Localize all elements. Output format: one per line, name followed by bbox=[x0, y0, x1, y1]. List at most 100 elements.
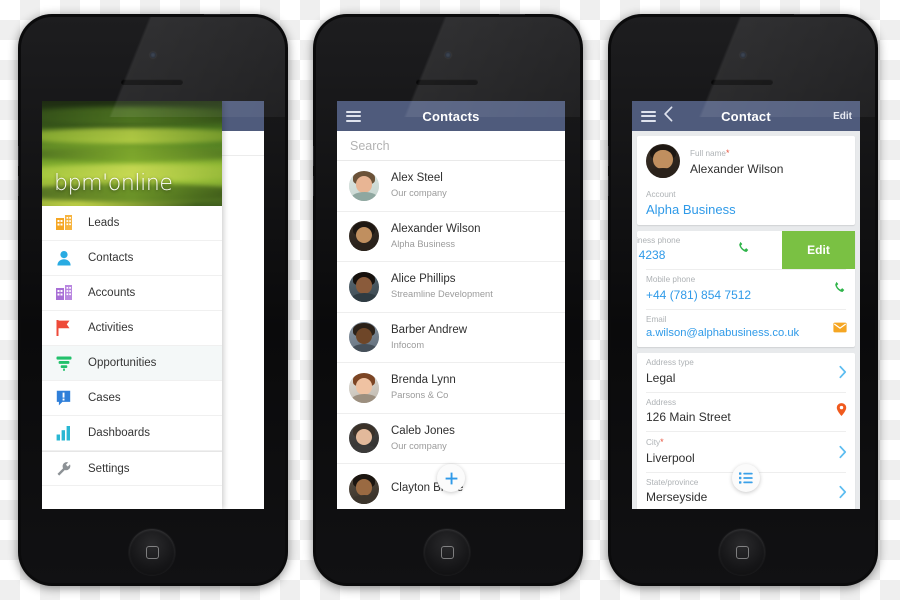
phone-call-icon[interactable] bbox=[738, 241, 751, 259]
app-header-right: Contact Edit bbox=[632, 101, 860, 131]
business-phone-row[interactable]: Business phone 12 4238 Edit bbox=[637, 230, 855, 270]
volume-down-button[interactable] bbox=[313, 176, 314, 196]
cases-icon bbox=[56, 390, 88, 406]
sidebar-item-label: Dashboards bbox=[88, 427, 151, 439]
volume-down-button[interactable] bbox=[18, 176, 19, 196]
search-input[interactable]: Search bbox=[337, 131, 565, 161]
home-button-middle[interactable] bbox=[424, 529, 470, 575]
hamburger-icon[interactable] bbox=[641, 108, 656, 124]
phone-right: Contact Edit Full name* Alexander Wilson… bbox=[608, 14, 878, 586]
list-icon bbox=[739, 472, 753, 484]
mobile-phone-value[interactable]: +44 (781) 854 7512 bbox=[646, 287, 846, 303]
email-field[interactable]: Email a.wilson@alphabusiness.co.uk bbox=[637, 310, 855, 347]
full-name-value: Alexander Wilson bbox=[690, 161, 784, 176]
account-value[interactable]: Alpha Business bbox=[646, 201, 846, 219]
contact-name: Brenda Lynn bbox=[391, 374, 456, 387]
home-button-right[interactable] bbox=[719, 529, 765, 575]
screen-right: Contact Edit Full name* Alexander Wilson… bbox=[632, 101, 860, 509]
add-contact-fab[interactable] bbox=[437, 464, 465, 492]
list-item[interactable]: Alexander Wilson Alpha Business bbox=[337, 212, 565, 262]
hamburger-icon[interactable] bbox=[346, 108, 361, 124]
app-header-middle: Contacts bbox=[337, 101, 565, 131]
swipe-edit-button[interactable]: Edit bbox=[782, 230, 855, 270]
power-button[interactable] bbox=[204, 14, 230, 15]
address-type-value: Legal bbox=[646, 370, 676, 385]
map-pin-icon[interactable] bbox=[836, 402, 847, 421]
accounts-icon bbox=[56, 285, 88, 301]
phone-middle: Contacts Search Alex Steel Our company A… bbox=[313, 14, 583, 586]
required-marker: * bbox=[725, 148, 730, 158]
plus-icon bbox=[445, 472, 457, 484]
sidebar-item-accounts[interactable]: Accounts bbox=[42, 276, 222, 311]
contact-company: Infocom bbox=[391, 339, 425, 350]
chevron-left-icon[interactable] bbox=[663, 105, 673, 127]
screen-middle: Contacts Search Alex Steel Our company A… bbox=[337, 101, 565, 509]
mobile-phone-label: Mobile phone bbox=[646, 275, 696, 285]
contact-name: Barber Andrew bbox=[391, 323, 468, 336]
list-item[interactable]: Alex Steel Our company bbox=[337, 161, 565, 212]
sidebar-item-contacts[interactable]: Contacts bbox=[42, 241, 222, 276]
sidebar-item-label: Contacts bbox=[88, 252, 134, 264]
front-camera bbox=[445, 52, 451, 58]
email-value[interactable]: a.wilson@alphabusiness.co.uk bbox=[646, 326, 846, 341]
contact-company: Parsons & Co bbox=[391, 390, 449, 400]
phone-call-icon[interactable] bbox=[834, 281, 847, 299]
envelope-icon[interactable] bbox=[833, 320, 847, 338]
avatar bbox=[349, 372, 379, 403]
dashboards-icon bbox=[56, 425, 88, 441]
full-name-label: Full name* bbox=[690, 148, 730, 158]
avatar bbox=[349, 271, 379, 302]
chevron-right-icon[interactable] bbox=[839, 485, 847, 499]
volume-up-button[interactable] bbox=[313, 146, 314, 166]
communication-card: Business phone 12 4238 Edit bbox=[637, 230, 855, 348]
actions-fab[interactable] bbox=[732, 464, 760, 492]
sidebar-item-cases[interactable]: Cases bbox=[42, 381, 222, 416]
sidebar-item-leads[interactable]: Leads bbox=[42, 206, 222, 241]
home-button-glyph bbox=[440, 545, 454, 559]
address-field[interactable]: Address 126 Main Street bbox=[637, 393, 855, 431]
power-button[interactable] bbox=[794, 14, 820, 15]
list-item[interactable]: Caleb Jones Our company bbox=[337, 414, 565, 464]
leads-icon bbox=[56, 215, 88, 231]
contact-detail-body: Full name* Alexander Wilson Account Alph… bbox=[632, 131, 860, 509]
home-button-glyph bbox=[735, 545, 749, 559]
list-item[interactable]: Barber Andrew Infocom bbox=[337, 313, 565, 363]
account-field[interactable]: Account Alpha Business bbox=[637, 185, 855, 225]
home-button-left[interactable] bbox=[129, 529, 175, 575]
list-item[interactable]: Brenda Lynn Parsons & Co bbox=[337, 363, 565, 414]
contact-company: Alpha Business bbox=[391, 238, 456, 249]
edit-button[interactable]: Edit bbox=[833, 111, 852, 122]
volume-up-button[interactable] bbox=[608, 146, 609, 166]
contact-company: Our company bbox=[391, 440, 447, 451]
list-item[interactable]: Alice Phillips Streamline Development bbox=[337, 262, 565, 313]
chevron-right-icon[interactable] bbox=[839, 445, 847, 459]
contacts-icon bbox=[56, 250, 88, 266]
sidebar-item-label: Settings bbox=[88, 462, 130, 475]
chevron-right-icon[interactable] bbox=[839, 366, 847, 379]
sidebar-item-label: Cases bbox=[88, 392, 121, 404]
earpiece-speaker bbox=[711, 79, 773, 85]
avatar bbox=[349, 423, 379, 454]
contact-name: Alex Steel bbox=[391, 172, 443, 185]
mobile-phone-field[interactable]: Mobile phone +44 (781) 854 7512 bbox=[637, 270, 855, 308]
sidebar-item-label: Activities bbox=[88, 322, 134, 334]
contact-name: Alexander Wilson bbox=[391, 222, 481, 235]
brand-logo: bpm'online bbox=[54, 171, 173, 196]
phone-left: bpm'online Leads Contacts Accounts Activ… bbox=[18, 14, 288, 586]
volume-down-button[interactable] bbox=[608, 176, 609, 196]
sidebar-item-settings[interactable]: Settings bbox=[42, 451, 222, 486]
power-button[interactable] bbox=[499, 14, 525, 15]
address-type-field[interactable]: Address type Legal bbox=[637, 353, 855, 391]
avatar bbox=[349, 170, 379, 201]
front-camera bbox=[740, 52, 746, 58]
avatar bbox=[349, 473, 379, 504]
sidebar-item-dashboards[interactable]: Dashboards bbox=[42, 416, 222, 451]
address-value: 126 Main Street bbox=[646, 410, 731, 424]
sidebar-item-opportunities[interactable]: Opportunities bbox=[42, 346, 222, 381]
sidebar-item-activities[interactable]: Activities bbox=[42, 311, 222, 346]
settings-wrench-icon bbox=[56, 461, 88, 477]
sidebar-item-label: Accounts bbox=[88, 287, 136, 299]
required-marker: * bbox=[660, 437, 664, 448]
volume-up-button[interactable] bbox=[18, 146, 19, 166]
navigation-drawer: bpm'online Leads Contacts Accounts Activ… bbox=[42, 101, 222, 509]
